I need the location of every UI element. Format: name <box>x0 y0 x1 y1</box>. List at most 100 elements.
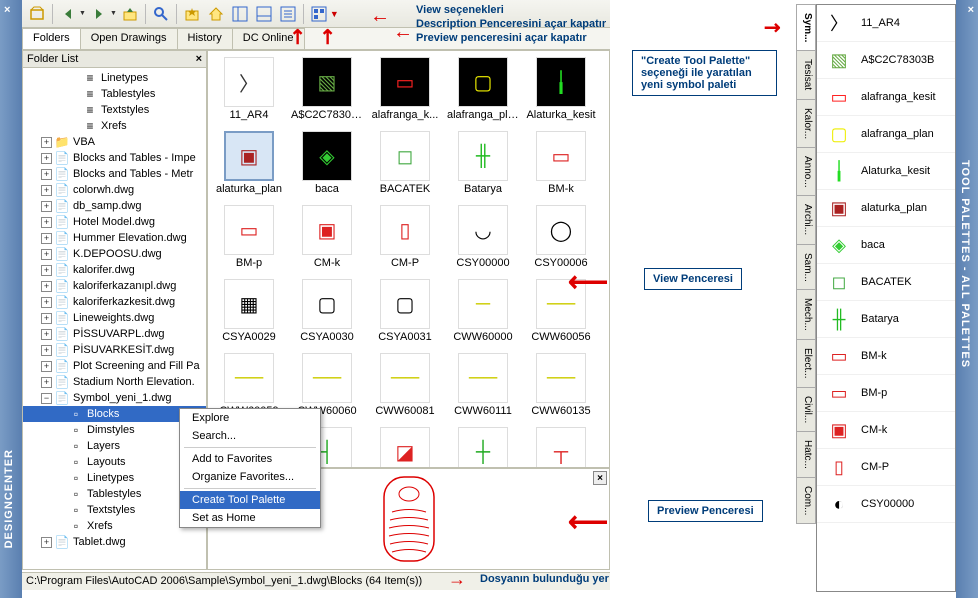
thumbnail-view[interactable]: 〉11_AR4▧A$C2C78303B▭alafranga_k...▢alafr… <box>207 50 610 468</box>
palette-tab[interactable]: Hatc... <box>796 431 816 478</box>
search-button[interactable] <box>150 3 172 25</box>
expand-icon[interactable]: + <box>41 233 52 244</box>
tab-folders[interactable]: Folders <box>22 28 81 49</box>
back-button[interactable] <box>57 3 79 25</box>
expand-icon[interactable]: + <box>41 345 52 356</box>
tree-item[interactable]: +📄kaloriferkazkesit.dwg <box>23 294 206 310</box>
palette-item[interactable]: ▭alafranga_kesit <box>817 79 955 116</box>
palette-item[interactable]: 〉11_AR4 <box>817 5 955 42</box>
expand-icon[interactable]: + <box>41 249 52 260</box>
up-button[interactable] <box>119 3 141 25</box>
tree-item[interactable]: ≡Textstyles <box>23 102 206 118</box>
expand-icon[interactable]: + <box>41 169 52 180</box>
thumbnail-item[interactable]: ◪item28 <box>368 425 442 468</box>
thumbnail-item[interactable]: ◻BACATEK <box>368 129 442 197</box>
palette-item[interactable]: ▭BM-p <box>817 375 955 412</box>
tree-item[interactable]: +📄Blocks and Tables - Impe <box>23 150 206 166</box>
thumbnail-item[interactable]: ▣CM-k <box>290 203 364 271</box>
dropdown-arrow-icon[interactable]: ▼ <box>330 9 339 19</box>
palette-tab[interactable]: Civil... <box>796 387 816 432</box>
tree-item[interactable]: +📄Hotel Model.dwg <box>23 214 206 230</box>
tree-item[interactable]: +📄K.DEPOOSU.dwg <box>23 246 206 262</box>
expand-icon[interactable]: + <box>41 281 52 292</box>
thumbnail-item[interactable]: ▢CSYA0030 <box>290 277 364 345</box>
thumbnail-item[interactable]: ▧A$C2C78303B <box>290 55 364 123</box>
tree-item[interactable]: +📄Hummer Elevation.dwg <box>23 230 206 246</box>
tree-toggle-button[interactable] <box>229 3 251 25</box>
dropdown-arrow-icon[interactable]: ▼ <box>79 10 86 17</box>
tree-item[interactable]: ≡Linetypes <box>23 70 206 86</box>
palette-item[interactable]: ◐CSY00000 <box>817 486 955 523</box>
palette-tab[interactable]: Anno... <box>796 147 816 197</box>
expand-icon[interactable]: + <box>41 537 52 548</box>
expand-icon[interactable]: + <box>41 217 52 228</box>
thumbnail-item[interactable]: ▭BM-k <box>524 129 598 197</box>
thumbnail-item[interactable]: ▭alafranga_k... <box>368 55 442 123</box>
tree-item[interactable]: +📄colorwh.dwg <box>23 182 206 198</box>
views-button[interactable] <box>308 3 330 25</box>
menu-item[interactable]: Explore <box>180 409 320 427</box>
favorites-button[interactable] <box>181 3 203 25</box>
tree-item[interactable]: ≡Xrefs <box>23 118 206 134</box>
expand-icon[interactable]: + <box>41 297 52 308</box>
expand-icon[interactable]: + <box>41 201 52 212</box>
expand-icon[interactable]: + <box>41 185 52 196</box>
tree-item[interactable]: +📄Stadium North Elevation. <box>23 374 206 390</box>
tree-item[interactable]: +📄kalorifer.dwg <box>23 262 206 278</box>
palette-list[interactable]: 〉11_AR4▧A$C2C78303B▭alafranga_kesit▢alaf… <box>817 5 955 591</box>
close-icon[interactable]: × <box>593 471 607 485</box>
close-icon[interactable]: × <box>196 53 202 65</box>
preview-toggle-button[interactable] <box>253 3 275 25</box>
menu-item[interactable]: Search... <box>180 427 320 445</box>
thumbnail-item[interactable]: ╫Batarya <box>446 129 520 197</box>
palette-tab[interactable]: Sym... <box>796 4 816 51</box>
palette-tab[interactable]: Mech... <box>796 289 816 340</box>
thumbnail-item[interactable]: ──CWW60111 <box>446 351 520 419</box>
thumbnail-item[interactable]: 〉11_AR4 <box>212 55 286 123</box>
expand-icon[interactable]: + <box>41 265 52 276</box>
thumbnail-item[interactable]: ◡CSY00000 <box>446 203 520 271</box>
palette-item[interactable]: ▣alaturka_plan <box>817 190 955 227</box>
thumbnail-item[interactable]: ┼item29 <box>446 425 520 468</box>
palette-tab[interactable]: Kalor... <box>796 99 816 148</box>
tree-item[interactable]: +📄kaloriferkazanıpl.dwg <box>23 278 206 294</box>
menu-item[interactable]: Set as Home <box>180 509 320 527</box>
tree-item[interactable]: ≡Tablestyles <box>23 86 206 102</box>
palette-item[interactable]: ▭BM-k <box>817 338 955 375</box>
tree-item[interactable]: −📄Symbol_yeni_1.dwg <box>23 390 206 406</box>
thumbnail-item[interactable]: ▣alaturka_plan <box>212 129 286 197</box>
thumbnail-item[interactable]: ▦CSYA0029 <box>212 277 286 345</box>
palette-tab[interactable]: Elect... <box>796 339 816 388</box>
close-icon[interactable]: × <box>968 4 974 16</box>
thumbnail-item[interactable]: ▢alafranga_plan <box>446 55 520 123</box>
expand-icon[interactable]: + <box>41 153 52 164</box>
dropdown-arrow-icon[interactable]: ▼ <box>110 10 117 17</box>
forward-button[interactable] <box>88 3 110 25</box>
tab-open-drawings[interactable]: Open Drawings <box>80 28 178 49</box>
expand-icon[interactable]: + <box>41 377 52 388</box>
tree-item[interactable]: +📄db_samp.dwg <box>23 198 206 214</box>
tree-item[interactable]: +📄Plot Screening and Fill Pa <box>23 358 206 374</box>
menu-item[interactable]: Organize Favorites... <box>180 468 320 486</box>
menu-item[interactable]: Add to Favorites <box>180 450 320 468</box>
palette-tab[interactable]: Sam... <box>796 244 816 291</box>
load-button[interactable] <box>26 3 48 25</box>
close-icon[interactable]: × <box>4 4 10 16</box>
palette-item[interactable]: ▢alafranga_plan <box>817 116 955 153</box>
expand-icon[interactable]: + <box>41 137 52 148</box>
thumbnail-item[interactable]: ╽Alaturka_kesit <box>524 55 598 123</box>
expand-icon[interactable]: − <box>41 393 52 404</box>
thumbnail-item[interactable]: ▢CSYA0031 <box>368 277 442 345</box>
palette-item[interactable]: ╽Alaturka_kesit <box>817 153 955 190</box>
expand-icon[interactable]: + <box>41 329 52 340</box>
tree-item[interactable]: +📄Tablet.dwg <box>23 534 206 550</box>
tree-item[interactable]: +📄PİSSUVARPL.dwg <box>23 326 206 342</box>
thumbnail-item[interactable]: ▯CM-P <box>368 203 442 271</box>
palette-item[interactable]: ▯CM-P <box>817 449 955 486</box>
thumbnail-item[interactable]: ◯CSY00006 <box>524 203 598 271</box>
description-toggle-button[interactable] <box>277 3 299 25</box>
palette-item[interactable]: ▧A$C2C78303B <box>817 42 955 79</box>
thumbnail-item[interactable]: ┬item30 <box>524 425 598 468</box>
palette-item[interactable]: ╫Batarya <box>817 301 955 338</box>
expand-icon[interactable]: + <box>41 361 52 372</box>
